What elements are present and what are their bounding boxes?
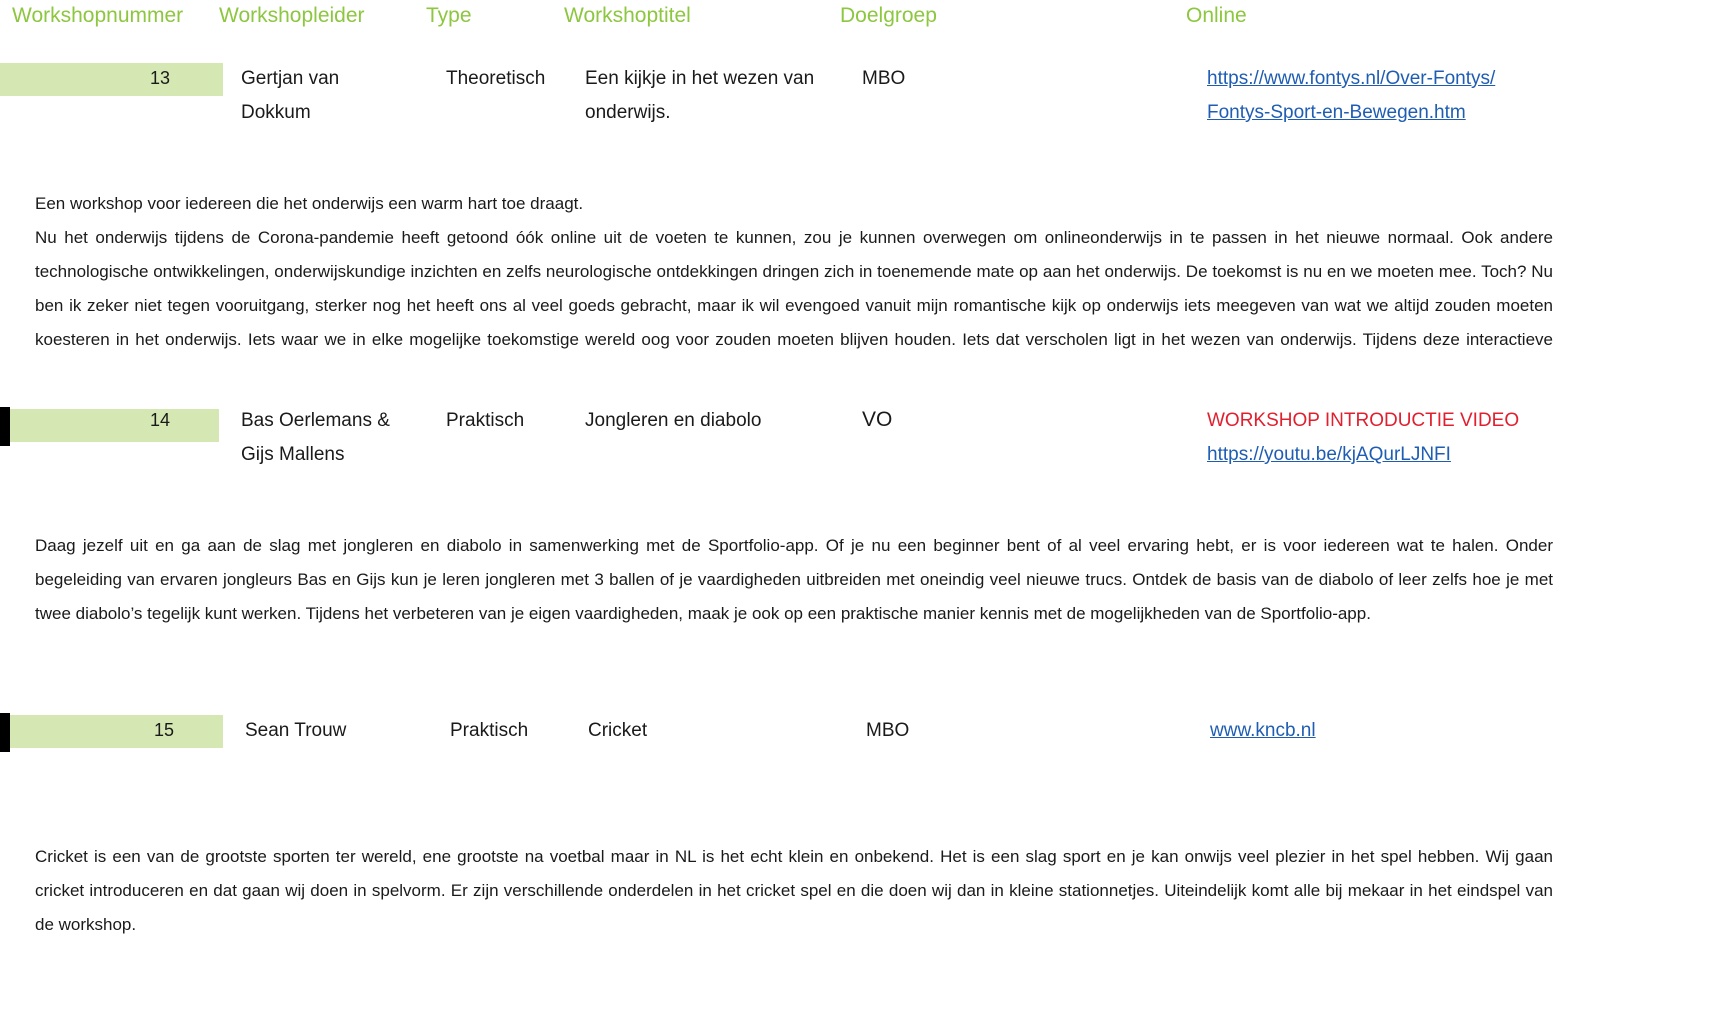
description-body: Nu het onderwijs tijdens de Corona-pande… [35,228,1553,349]
workshop-doelgroep: VO [862,408,893,431]
header-workshopleider: Workshopleider [219,4,365,27]
workshop-titel: Cricket [588,720,648,741]
workshop-description: Een workshop voor iedereen die het onder… [35,187,1553,357]
workshop-titel-line: Een kijkje in het wezen van [585,68,815,89]
workshop-leider-line: Gijs Mallens [241,444,345,465]
workshop-type: Praktisch [446,410,525,431]
workshop-leider-line: Dokkum [241,102,311,123]
row-edge-marker [0,407,10,446]
workshop-leider-line: Gertjan van [241,68,340,89]
row-edge-marker [0,713,10,752]
header-workshoptitel: Workshoptitel [564,4,691,27]
workshop-number: 15 [153,720,174,740]
workshop-titel: Jongleren en diabolo [585,410,762,431]
online-link-line[interactable]: https://www.fontys.nl/Over-Fontys/ [1207,62,1495,96]
header-online: Online [1186,4,1247,27]
online-link[interactable]: https://youtu.be/kjAQurLJNFI [1207,438,1519,472]
workshop-doelgroep: MBO [866,720,910,741]
workshop-leider: Bas Oerlemans & Gijs Mallens [241,404,390,472]
workshop-number: 13 [149,68,170,88]
workshop-leider: Sean Trouw [245,720,347,741]
workshop-type: Praktisch [450,720,529,741]
header-workshopnummer: Workshopnummer [12,4,184,27]
workshop-description: Cricket is een van de grootste sporten t… [35,847,1553,934]
online-link[interactable]: www.kncb.nl [1210,714,1316,748]
workshop-type: Theoretisch [446,68,546,89]
workshop-online: WORKSHOP INTRODUCTIE VIDEO https://youtu… [1207,404,1519,472]
workshop-titel: Een kijkje in het wezen van onderwijs. [585,62,814,130]
video-intro-label: WORKSHOP INTRODUCTIE VIDEO [1207,410,1520,431]
workshop-titel-line: onderwijs. [585,102,671,123]
workshop-doelgroep: MBO [862,68,906,89]
workshop-leider: Gertjan van Dokkum [241,62,339,130]
workshop-description: Daag jezelf uit en ga aan de slag met jo… [35,536,1553,623]
header-type: Type [426,4,472,27]
workshop-number: 14 [149,410,170,430]
online-link-line[interactable]: Fontys-Sport-en-Bewegen.htm [1207,96,1495,130]
header-doelgroep: Doelgroep [840,4,937,27]
description-intro: Een workshop voor iedereen die het onder… [35,194,584,213]
workshop-online-link[interactable]: https://www.fontys.nl/Over-Fontys/ Fonty… [1207,62,1495,130]
workshop-leider-line: Bas Oerlemans & [241,410,390,431]
